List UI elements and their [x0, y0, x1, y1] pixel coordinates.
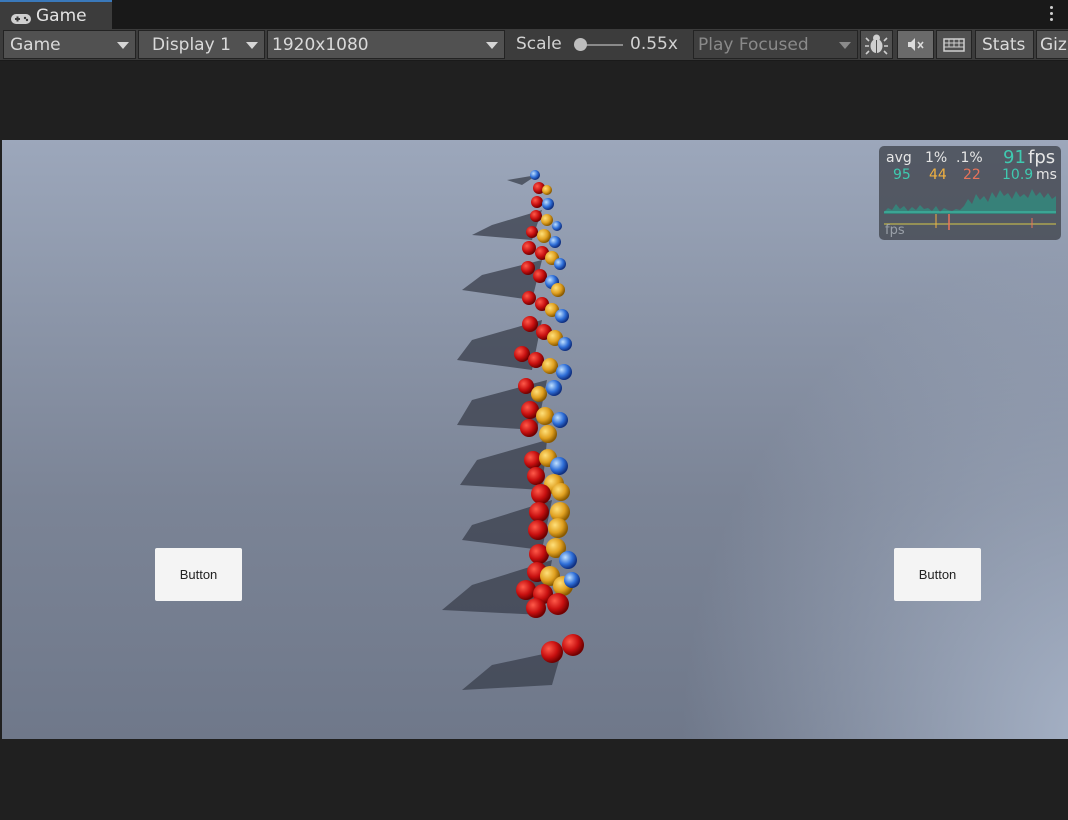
tab-bar: Game — [0, 0, 1068, 29]
right-game-button[interactable]: Button — [894, 548, 981, 601]
fps-counter-panel: avg 1% .1% 91 fps 95 44 22 10.9 ms fps — [879, 146, 1061, 240]
ms-unit: ms — [1036, 167, 1057, 183]
scale-label: Scale — [516, 34, 562, 54]
left-game-button-label: Button — [179, 567, 218, 582]
gizmos-button[interactable]: Giz — [1036, 30, 1068, 59]
scale-value: 0.55x — [630, 34, 678, 54]
more-options-icon[interactable] — [1050, 6, 1054, 24]
play-mode-dropdown[interactable]: Play Focused — [693, 30, 858, 59]
fps-unit: fps — [1028, 147, 1056, 168]
display-label: Display 1 — [152, 34, 231, 55]
scale-control: Scale 0.55x — [507, 30, 692, 59]
mute-icon — [908, 38, 924, 51]
chevron-down-icon — [839, 42, 851, 49]
tab-label: Game — [36, 5, 87, 26]
tab-game[interactable]: Game — [0, 0, 112, 29]
resolution-label: 1920x1080 — [272, 34, 369, 55]
shortcuts-button[interactable] — [936, 30, 972, 59]
bug-icon — [865, 34, 888, 55]
ms-value: 10.9 — [1002, 167, 1034, 183]
right-game-button-label: Button — [918, 567, 957, 582]
point-one-percent-value: 22 — [963, 167, 981, 183]
avg-value: 95 — [893, 167, 911, 183]
one-percent-label: 1% — [925, 150, 948, 166]
graph-label: fps — [885, 223, 905, 238]
scale-slider-handle[interactable] — [574, 38, 587, 51]
gizmos-label: Giz — [1040, 34, 1067, 55]
keyboard-icon — [943, 38, 965, 52]
point-one-percent-label: .1% — [956, 150, 983, 166]
game-toolbar: Game Display 1 1920x1080 Scale 0.55x Pla… — [0, 29, 1068, 61]
resolution-dropdown[interactable]: 1920x1080 — [267, 30, 505, 59]
gamepad-icon — [10, 10, 32, 24]
stats-button[interactable]: Stats — [975, 30, 1034, 59]
debug-button[interactable] — [860, 30, 893, 59]
avg-label: avg — [886, 150, 912, 166]
fps-value: 91 — [1003, 147, 1026, 168]
chevron-down-icon — [117, 42, 129, 49]
chevron-down-icon — [246, 42, 258, 49]
game-mode-dropdown[interactable]: Game — [3, 30, 136, 59]
display-dropdown[interactable]: Display 1 — [138, 30, 265, 59]
chevron-down-icon — [486, 42, 498, 49]
mute-audio-button[interactable] — [897, 30, 934, 59]
game-mode-label: Game — [10, 34, 61, 55]
game-viewport[interactable]: Button Button avg 1% .1% 91 fps 95 44 22… — [2, 140, 1068, 739]
play-mode-label: Play Focused — [698, 34, 809, 55]
left-game-button[interactable]: Button — [155, 548, 242, 601]
one-percent-value: 44 — [929, 167, 947, 183]
fps-graph — [884, 189, 1056, 230]
stats-label: Stats — [982, 34, 1026, 55]
